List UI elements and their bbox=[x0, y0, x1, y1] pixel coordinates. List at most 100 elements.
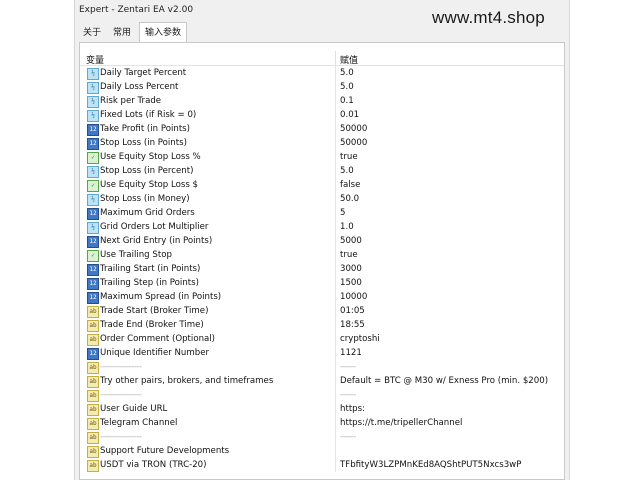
parameter-value[interactable]: 0.1 bbox=[340, 94, 354, 108]
parameter-row[interactable]: ab Support Future Developments bbox=[80, 444, 564, 458]
parameter-row[interactable]: 12 Unique Identifier Number 1121 bbox=[80, 346, 564, 360]
column-divider bbox=[335, 234, 336, 248]
double-icon: ½ bbox=[87, 68, 99, 80]
parameter-value[interactable]: 5 bbox=[340, 206, 345, 220]
parameter-value[interactable]: true bbox=[340, 150, 358, 164]
parameter-row[interactable]: ab Telegram Channel https://t.me/tripeller… bbox=[80, 416, 564, 430]
parameter-row[interactable]: ab User Guide URL https: bbox=[80, 402, 564, 416]
column-divider bbox=[335, 206, 336, 220]
column-divider bbox=[335, 136, 336, 150]
bool-icon: ✓ bbox=[87, 152, 99, 164]
parameter-row[interactable]: ½ Daily Loss Percent 5.0 bbox=[80, 80, 564, 94]
parameters-list: ½ Daily Target Percent 5.0 ½ Daily Loss Perc… bbox=[80, 66, 564, 472]
parameter-row[interactable]: ½ Fixed Lots (if Risk = 0) 0.01 bbox=[80, 108, 564, 122]
parameter-row[interactable]: ab ---------------- ------ bbox=[80, 360, 564, 374]
parameter-row[interactable]: ½ Stop Loss (in Percent) 5.0 bbox=[80, 164, 564, 178]
parameter-row[interactable]: 12 Next Grid Entry (in Points) 5000 bbox=[80, 234, 564, 248]
parameter-value[interactable]: 10000 bbox=[340, 290, 367, 304]
integer-icon: 12 bbox=[87, 124, 99, 136]
parameter-value[interactable]: true bbox=[340, 248, 358, 262]
parameter-row[interactable]: ✓ Use Equity Stop Loss $ false bbox=[80, 178, 564, 192]
tab-common[interactable]: 常用 bbox=[109, 24, 135, 42]
parameter-value[interactable]: 50000 bbox=[340, 122, 367, 136]
string-icon: ab bbox=[87, 460, 99, 472]
column-divider bbox=[335, 290, 336, 304]
tab-inputs[interactable]: 输入参数 bbox=[139, 22, 187, 43]
parameter-value[interactable]: 01:05 bbox=[340, 304, 365, 318]
integer-icon: 12 bbox=[87, 236, 99, 248]
parameter-row[interactable]: ab ---------------- ------ bbox=[80, 388, 564, 402]
parameter-value[interactable]: TFbfityW3LZPMnKEd8AQShtPUT5Nxcs3wP bbox=[340, 458, 521, 472]
parameter-name: Risk per Trade bbox=[100, 96, 162, 106]
column-divider bbox=[335, 416, 336, 430]
parameter-value[interactable]: https://t.me/tripellerChannel bbox=[340, 416, 462, 430]
parameter-name: USDT via TRON (TRC-20) bbox=[100, 460, 207, 470]
parameter-name: Maximum Spread (in Points) bbox=[100, 292, 222, 302]
parameter-name: Maximum Grid Orders bbox=[100, 208, 195, 218]
parameter-value[interactable]: cryptoshi bbox=[340, 332, 380, 346]
parameter-value[interactable]: 50000 bbox=[340, 136, 367, 150]
parameter-row[interactable]: ½ Daily Target Percent 5.0 bbox=[80, 66, 564, 80]
parameter-name: Try other pairs, brokers, and timeframes bbox=[100, 376, 274, 386]
parameter-row[interactable]: 12 Maximum Spread (in Points) 10000 bbox=[80, 290, 564, 304]
parameter-row[interactable]: ab Try other pairs, brokers, and timefram… bbox=[80, 374, 564, 388]
column-divider[interactable] bbox=[335, 51, 336, 65]
parameter-row[interactable]: ½ Stop Loss (in Money) 50.0 bbox=[80, 192, 564, 206]
parameter-value[interactable]: ------ bbox=[340, 388, 356, 402]
integer-icon: 12 bbox=[87, 348, 99, 360]
parameter-row[interactable]: ab Trade Start (Broker Time) 01:05 bbox=[80, 304, 564, 318]
parameter-value[interactable]: 3000 bbox=[340, 262, 362, 276]
string-icon: ab bbox=[87, 362, 99, 374]
parameter-row[interactable]: ✓ Use Equity Stop Loss % true bbox=[80, 150, 564, 164]
expert-properties-window: Expert - Zentari EA v2.00 关于 常用 输入参数 变量 … bbox=[74, 0, 570, 480]
parameter-value[interactable]: 5.0 bbox=[340, 66, 354, 80]
string-icon: ab bbox=[87, 404, 99, 416]
value-column-header[interactable]: 赋值 bbox=[340, 53, 358, 66]
column-divider bbox=[335, 444, 336, 458]
parameter-value[interactable]: 0.01 bbox=[340, 108, 359, 122]
string-icon: ab bbox=[87, 418, 99, 430]
parameter-name: Use Trailing Stop bbox=[100, 250, 172, 260]
parameter-value[interactable]: https: bbox=[340, 402, 365, 416]
column-divider bbox=[335, 430, 336, 444]
parameter-name: Fixed Lots (if Risk = 0) bbox=[100, 110, 197, 120]
parameter-value[interactable]: 5.0 bbox=[340, 164, 354, 178]
parameter-row[interactable]: ab ---------------- ------ bbox=[80, 430, 564, 444]
parameter-value[interactable]: Default = BTC @ M30 w/ Exness Pro (min. … bbox=[340, 374, 548, 388]
parameter-row[interactable]: 12 Take Profit (in Points) 50000 bbox=[80, 122, 564, 136]
parameter-value[interactable]: 18:55 bbox=[340, 318, 365, 332]
parameter-value[interactable]: false bbox=[340, 178, 360, 192]
parameter-name: Take Profit (in Points) bbox=[100, 124, 191, 134]
parameter-value[interactable]: 1500 bbox=[340, 276, 362, 290]
parameter-name: Daily Loss Percent bbox=[100, 82, 179, 92]
column-divider bbox=[335, 80, 336, 94]
tab-about[interactable]: 关于 bbox=[79, 24, 105, 42]
parameter-value[interactable]: 1.0 bbox=[340, 220, 354, 234]
parameter-value[interactable]: 5000 bbox=[340, 234, 362, 248]
column-divider bbox=[335, 66, 336, 80]
variable-column-header[interactable]: 变量 bbox=[86, 53, 104, 66]
parameter-value[interactable]: 1121 bbox=[340, 346, 362, 360]
table-header: 变量 赋值 bbox=[80, 51, 564, 66]
parameter-name: ---------------- bbox=[100, 432, 142, 442]
column-divider bbox=[335, 192, 336, 206]
parameter-row[interactable]: 12 Maximum Grid Orders 5 bbox=[80, 206, 564, 220]
parameter-row[interactable]: 12 Trailing Step (in Points) 1500 bbox=[80, 276, 564, 290]
parameter-value[interactable]: ------ bbox=[340, 430, 356, 444]
parameter-value[interactable]: ------ bbox=[340, 360, 356, 374]
parameter-row[interactable]: ½ Grid Orders Lot Multiplier 1.0 bbox=[80, 220, 564, 234]
column-divider bbox=[335, 304, 336, 318]
column-divider bbox=[335, 388, 336, 402]
parameter-row[interactable]: ½ Risk per Trade 0.1 bbox=[80, 94, 564, 108]
watermark-text: www.mt4.shop bbox=[432, 8, 545, 27]
parameter-value[interactable]: 5.0 bbox=[340, 80, 354, 94]
parameter-row[interactable]: 12 Trailing Start (in Points) 3000 bbox=[80, 262, 564, 276]
parameter-row[interactable]: ✓ Use Trailing Stop true bbox=[80, 248, 564, 262]
parameter-value[interactable]: 50.0 bbox=[340, 192, 359, 206]
parameter-row[interactable]: ab USDT via TRON (TRC-20) TFbfityW3LZPMnKE… bbox=[80, 458, 564, 472]
integer-icon: 12 bbox=[87, 292, 99, 304]
parameter-row[interactable]: ab Order Comment (Optional) cryptoshi bbox=[80, 332, 564, 346]
double-icon: ½ bbox=[87, 194, 99, 206]
parameter-row[interactable]: 12 Stop Loss (in Points) 50000 bbox=[80, 136, 564, 150]
parameter-row[interactable]: ab Trade End (Broker Time) 18:55 bbox=[80, 318, 564, 332]
